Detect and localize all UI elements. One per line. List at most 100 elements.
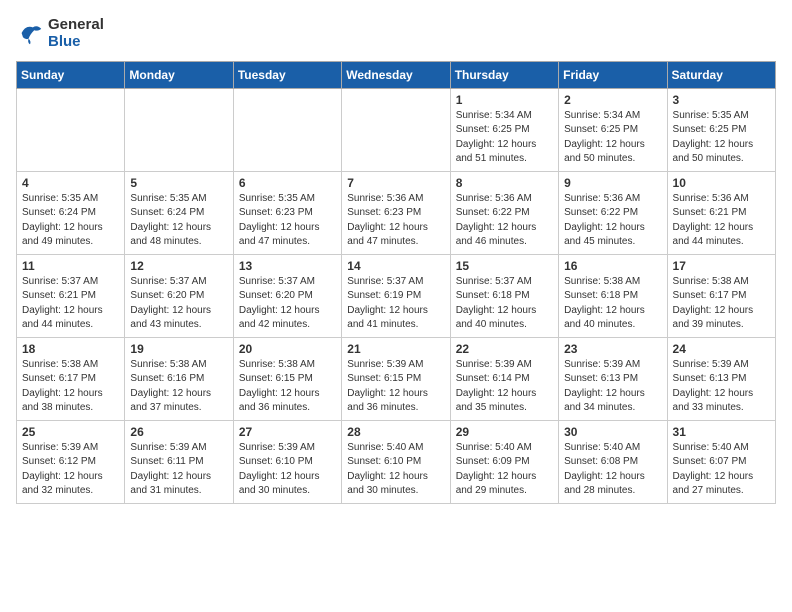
day-number: 27 — [239, 425, 336, 439]
day-number: 16 — [564, 259, 661, 273]
calendar-cell: 26Sunrise: 5:39 AM Sunset: 6:11 PM Dayli… — [125, 420, 233, 503]
day-number: 18 — [22, 342, 119, 356]
day-number: 14 — [347, 259, 444, 273]
day-info: Sunrise: 5:39 AM Sunset: 6:13 PM Dayligh… — [564, 358, 661, 416]
day-number: 17 — [673, 259, 770, 273]
day-info: Sunrise: 5:38 AM Sunset: 6:15 PM Dayligh… — [239, 358, 336, 416]
day-info: Sunrise: 5:36 AM Sunset: 6:22 PM Dayligh… — [456, 192, 553, 250]
page-header: General Blue — [16, 16, 776, 51]
day-number: 19 — [130, 342, 227, 356]
calendar-cell: 6 Sunrise: 5:35 AM Sunset: 6:23 PM Daylig… — [233, 171, 341, 254]
calendar-cell: 23 Sunrise: 5:39 AM Sunset: 6:13 PM Dayli… — [559, 337, 667, 420]
week-row-1: 1 Sunrise: 5:34 AM Sunset: 6:25 PM Daylig… — [17, 88, 776, 171]
day-info: Sunrise: 5:40 AM Sunset: 6:09 PM Dayligh… — [456, 441, 553, 499]
day-number: 25 — [22, 425, 119, 439]
calendar-cell: 4 Sunrise: 5:35 AM Sunset: 6:24 PM Daylig… — [17, 171, 125, 254]
calendar-cell: 13Sunrise: 5:37 AM Sunset: 6:20 PM Dayli… — [233, 254, 341, 337]
day-info: Sunrise: 5:40 AM Sunset: 6:08 PM Dayligh… — [564, 441, 661, 499]
col-header-saturday: Saturday — [667, 61, 775, 88]
day-number: 11 — [22, 259, 119, 273]
day-number: 6 — [239, 176, 336, 190]
calendar-cell: 20 Sunrise: 5:38 AM Sunset: 6:15 PM Dayli… — [233, 337, 341, 420]
day-number: 30 — [564, 425, 661, 439]
day-number: 26 — [130, 425, 227, 439]
day-info: Sunrise: 5:39 AM Sunset: 6:10 PM Dayligh… — [239, 441, 336, 499]
day-info: Sunrise: 5:35 AM Sunset: 6:24 PM Dayligh… — [130, 192, 227, 250]
week-row-4: 18Sunrise: 5:38 AM Sunset: 6:17 PM Dayli… — [17, 337, 776, 420]
day-number: 31 — [673, 425, 770, 439]
day-number: 3 — [673, 93, 770, 107]
calendar-cell — [125, 88, 233, 171]
day-number: 12 — [130, 259, 227, 273]
col-header-monday: Monday — [125, 61, 233, 88]
calendar-cell — [233, 88, 341, 171]
calendar-cell: 18Sunrise: 5:38 AM Sunset: 6:17 PM Dayli… — [17, 337, 125, 420]
calendar-cell: 31 Sunrise: 5:40 AM Sunset: 6:07 PM Dayli… — [667, 420, 775, 503]
day-info: Sunrise: 5:37 AM Sunset: 6:18 PM Dayligh… — [456, 275, 553, 333]
calendar-cell: 24Sunrise: 5:39 AM Sunset: 6:13 PM Dayli… — [667, 337, 775, 420]
day-info: Sunrise: 5:36 AM Sunset: 6:21 PM Dayligh… — [673, 192, 770, 250]
logo: General Blue — [16, 16, 104, 51]
week-row-2: 4 Sunrise: 5:35 AM Sunset: 6:24 PM Daylig… — [17, 171, 776, 254]
col-header-sunday: Sunday — [17, 61, 125, 88]
calendar-cell: 2 Sunrise: 5:34 AM Sunset: 6:25 PM Daylig… — [559, 88, 667, 171]
day-number: 7 — [347, 176, 444, 190]
calendar-cell: 28 Sunrise: 5:40 AM Sunset: 6:10 PM Dayli… — [342, 420, 450, 503]
day-number: 8 — [456, 176, 553, 190]
calendar-cell: 10 Sunrise: 5:36 AM Sunset: 6:21 PM Dayli… — [667, 171, 775, 254]
day-info: Sunrise: 5:35 AM Sunset: 6:24 PM Dayligh… — [22, 192, 119, 250]
logo-icon — [16, 19, 44, 47]
day-info: Sunrise: 5:39 AM Sunset: 6:15 PM Dayligh… — [347, 358, 444, 416]
calendar-cell: 5 Sunrise: 5:35 AM Sunset: 6:24 PM Daylig… — [125, 171, 233, 254]
calendar-cell: 16 Sunrise: 5:38 AM Sunset: 6:18 PM Dayli… — [559, 254, 667, 337]
calendar-cell: 21 Sunrise: 5:39 AM Sunset: 6:15 PM Dayli… — [342, 337, 450, 420]
day-info: Sunrise: 5:34 AM Sunset: 6:25 PM Dayligh… — [456, 109, 553, 167]
day-info: Sunrise: 5:36 AM Sunset: 6:23 PM Dayligh… — [347, 192, 444, 250]
calendar-cell: 22Sunrise: 5:39 AM Sunset: 6:14 PM Dayli… — [450, 337, 558, 420]
col-header-thursday: Thursday — [450, 61, 558, 88]
day-number: 15 — [456, 259, 553, 273]
day-info: Sunrise: 5:36 AM Sunset: 6:22 PM Dayligh… — [564, 192, 661, 250]
calendar-cell: 30 Sunrise: 5:40 AM Sunset: 6:08 PM Dayli… — [559, 420, 667, 503]
day-number: 28 — [347, 425, 444, 439]
calendar-cell: 27 Sunrise: 5:39 AM Sunset: 6:10 PM Dayli… — [233, 420, 341, 503]
calendar-cell — [342, 88, 450, 171]
calendar-cell: 15 Sunrise: 5:37 AM Sunset: 6:18 PM Dayli… — [450, 254, 558, 337]
day-info: Sunrise: 5:38 AM Sunset: 6:16 PM Dayligh… — [130, 358, 227, 416]
day-number: 2 — [564, 93, 661, 107]
day-number: 10 — [673, 176, 770, 190]
day-info: Sunrise: 5:35 AM Sunset: 6:25 PM Dayligh… — [673, 109, 770, 167]
logo-text-line1: General — [48, 16, 104, 33]
day-number: 1 — [456, 93, 553, 107]
day-number: 9 — [564, 176, 661, 190]
calendar-cell: 3 Sunrise: 5:35 AM Sunset: 6:25 PM Daylig… — [667, 88, 775, 171]
day-number: 20 — [239, 342, 336, 356]
day-info: Sunrise: 5:37 AM Sunset: 6:20 PM Dayligh… — [239, 275, 336, 333]
calendar-cell: 7 Sunrise: 5:36 AM Sunset: 6:23 PM Daylig… — [342, 171, 450, 254]
calendar-cell: 29 Sunrise: 5:40 AM Sunset: 6:09 PM Dayli… — [450, 420, 558, 503]
day-info: Sunrise: 5:34 AM Sunset: 6:25 PM Dayligh… — [564, 109, 661, 167]
calendar-cell: 25 Sunrise: 5:39 AM Sunset: 6:12 PM Dayli… — [17, 420, 125, 503]
day-info: Sunrise: 5:35 AM Sunset: 6:23 PM Dayligh… — [239, 192, 336, 250]
day-number: 4 — [22, 176, 119, 190]
day-info: Sunrise: 5:37 AM Sunset: 6:20 PM Dayligh… — [130, 275, 227, 333]
calendar-header-row: SundayMondayTuesdayWednesdayThursdayFrid… — [17, 61, 776, 88]
day-info: Sunrise: 5:38 AM Sunset: 6:18 PM Dayligh… — [564, 275, 661, 333]
calendar-cell: 12 Sunrise: 5:37 AM Sunset: 6:20 PM Dayli… — [125, 254, 233, 337]
col-header-wednesday: Wednesday — [342, 61, 450, 88]
col-header-tuesday: Tuesday — [233, 61, 341, 88]
calendar-cell: 14Sunrise: 5:37 AM Sunset: 6:19 PM Dayli… — [342, 254, 450, 337]
day-info: Sunrise: 5:37 AM Sunset: 6:21 PM Dayligh… — [22, 275, 119, 333]
day-number: 5 — [130, 176, 227, 190]
day-number: 22 — [456, 342, 553, 356]
day-number: 23 — [564, 342, 661, 356]
day-info: Sunrise: 5:39 AM Sunset: 6:12 PM Dayligh… — [22, 441, 119, 499]
calendar-cell: 11 Sunrise: 5:37 AM Sunset: 6:21 PM Dayli… — [17, 254, 125, 337]
calendar-cell: 1 Sunrise: 5:34 AM Sunset: 6:25 PM Daylig… — [450, 88, 558, 171]
day-info: Sunrise: 5:40 AM Sunset: 6:10 PM Dayligh… — [347, 441, 444, 499]
week-row-3: 11 Sunrise: 5:37 AM Sunset: 6:21 PM Dayli… — [17, 254, 776, 337]
calendar-table: SundayMondayTuesdayWednesdayThursdayFrid… — [16, 61, 776, 504]
day-number: 29 — [456, 425, 553, 439]
day-number: 21 — [347, 342, 444, 356]
day-info: Sunrise: 5:40 AM Sunset: 6:07 PM Dayligh… — [673, 441, 770, 499]
